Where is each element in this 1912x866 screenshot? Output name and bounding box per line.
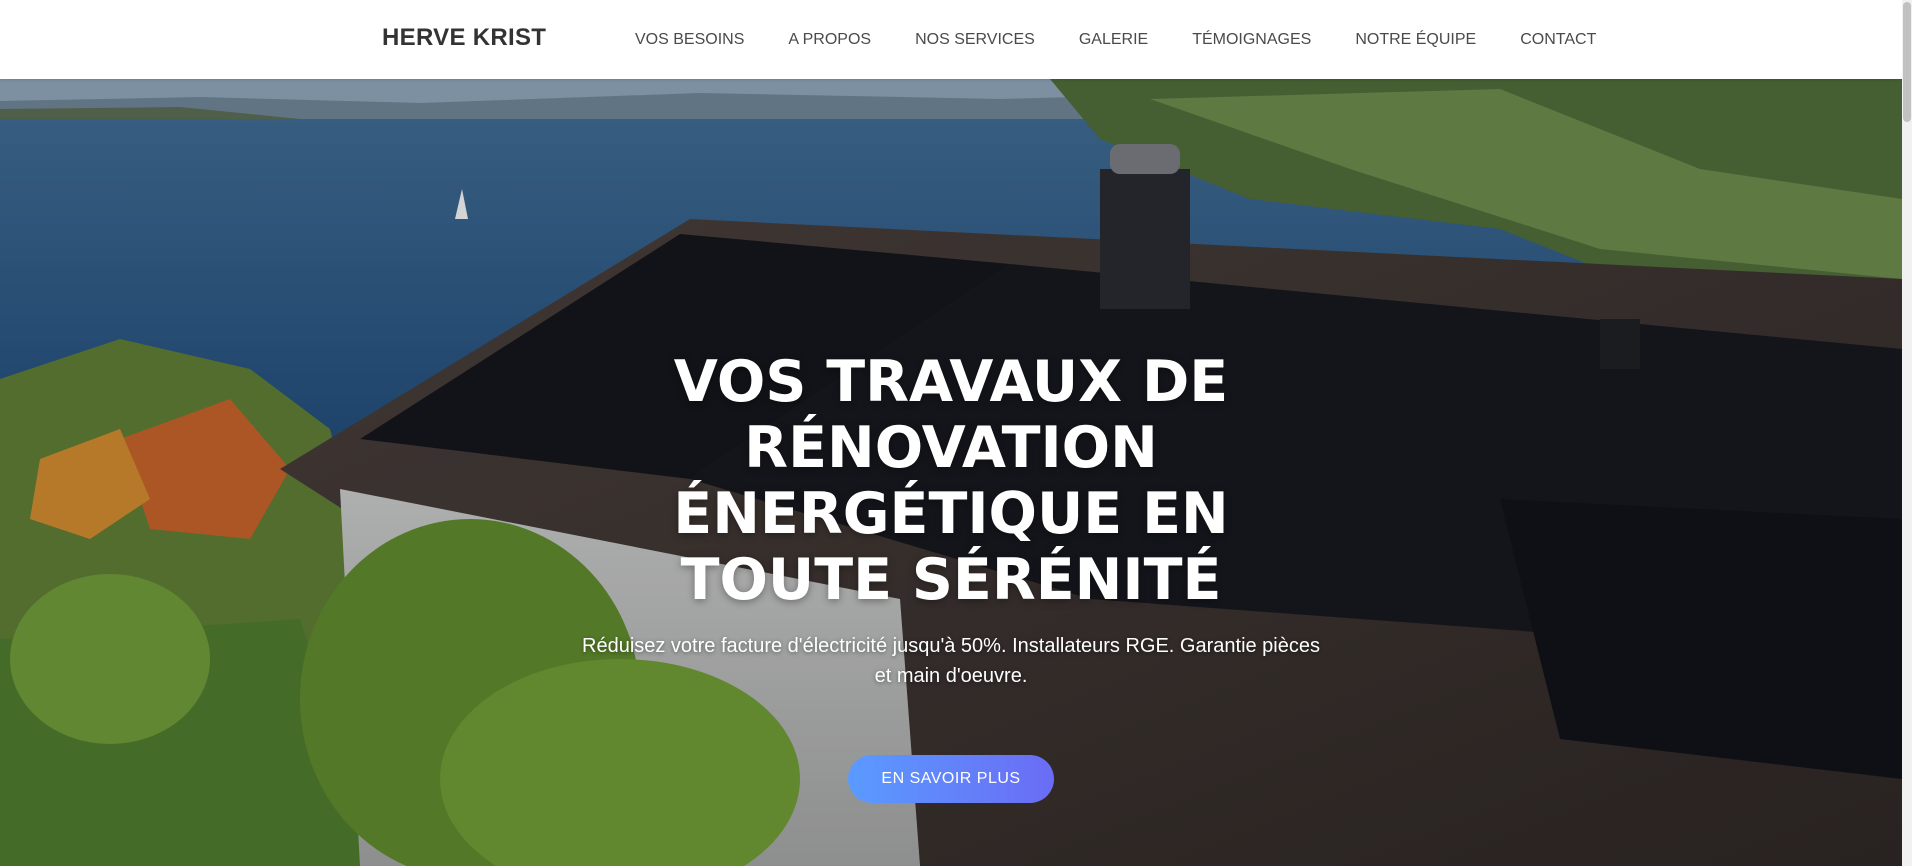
nav-item-notre-equipe: NOTRE ÉQUIPE — [1355, 31, 1476, 49]
hero-section: VOS TRAVAUX DE RÉNOVATION ÉNERGÉTIQUE EN… — [0, 79, 1902, 866]
nav-link-temoignages[interactable]: TÉMOIGNAGES — [1192, 31, 1311, 48]
site-header: HERVE KRIST VOS BESOINS A PROPOS NOS SER… — [0, 0, 1912, 79]
nav-link-notre-equipe[interactable]: NOTRE ÉQUIPE — [1355, 31, 1476, 48]
nav-item-nos-services: NOS SERVICES — [915, 31, 1035, 49]
nav-item-contact: CONTACT — [1520, 31, 1596, 49]
nav-item-galerie: GALERIE — [1079, 31, 1148, 49]
nav-link-vos-besoins[interactable]: VOS BESOINS — [635, 31, 744, 48]
main-nav: VOS BESOINS A PROPOS NOS SERVICES GALERI… — [635, 31, 1640, 49]
en-savoir-plus-button[interactable]: EN SAVOIR PLUS — [848, 755, 1054, 803]
page-scrollbar[interactable] — [1902, 0, 1912, 866]
site-logo-text[interactable]: HERVE KRIST — [382, 24, 546, 52]
nav-item-vos-besoins: VOS BESOINS — [635, 31, 744, 49]
scrollbar-thumb[interactable] — [1903, 2, 1911, 122]
hero-content: VOS TRAVAUX DE RÉNOVATION ÉNERGÉTIQUE EN… — [520, 349, 1382, 803]
nav-link-galerie[interactable]: GALERIE — [1079, 31, 1148, 48]
nav-link-contact[interactable]: CONTACT — [1520, 31, 1596, 48]
nav-link-a-propos[interactable]: A PROPOS — [788, 31, 871, 48]
nav-item-temoignages: TÉMOIGNAGES — [1192, 31, 1311, 49]
nav-item-a-propos: A PROPOS — [788, 31, 871, 49]
hero-subtitle: Réduisez votre facture d'électricité jus… — [582, 635, 1320, 687]
nav-link-nos-services[interactable]: NOS SERVICES — [915, 31, 1035, 48]
hero-title: VOS TRAVAUX DE RÉNOVATION ÉNERGÉTIQUE EN… — [673, 349, 1229, 613]
